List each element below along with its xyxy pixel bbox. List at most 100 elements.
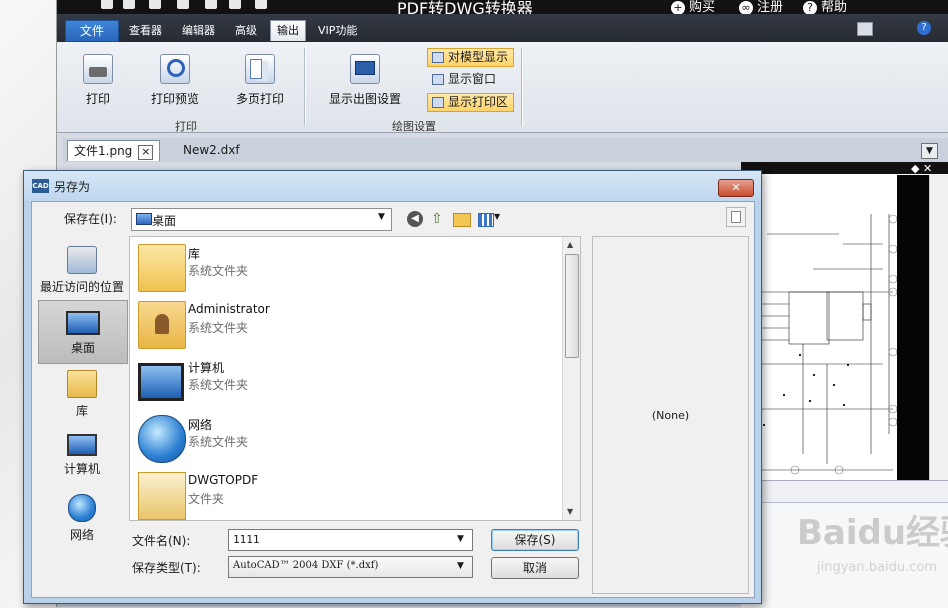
dialog-titlebar[interactable]: CAD 另存为 ✕	[24, 171, 761, 201]
chevron-down-icon: ▼	[378, 212, 385, 222]
place-network[interactable]: 网络	[38, 486, 126, 548]
file-name: 库	[188, 247, 201, 261]
display-print-area-toggle[interactable]: 显示打印区	[427, 93, 515, 112]
register-button[interactable]: ∞ 注册	[739, 0, 783, 15]
tab-viewer[interactable]: 查看器	[123, 21, 168, 41]
tab-vip[interactable]: VIP功能	[312, 21, 363, 41]
tab-file[interactable]: 文件	[65, 20, 119, 42]
watermark-logo: Baidu经验	[797, 513, 948, 553]
preview-toggle-icon[interactable]	[726, 207, 746, 227]
display-for-model-toggle[interactable]: 对模型显示	[427, 48, 515, 67]
filename-input[interactable]: 1111 ▼	[228, 529, 473, 551]
list-item[interactable]: 计算机 系统文件夹	[134, 355, 554, 412]
print-preview-label: 打印预览	[150, 92, 199, 106]
save-as-dialog: CAD 另存为 ✕ 保存在(I): 桌面 ▼ ◀ ⇧ ▼ 最近访问的位置 桌面	[23, 170, 762, 604]
list-item[interactable]: DWGTOPDF 文件夹	[134, 469, 554, 526]
cancel-button[interactable]: 取消	[491, 557, 579, 579]
recent-places-icon	[67, 246, 97, 274]
display-plot-settings-button[interactable]: 显示出图设置	[323, 54, 407, 107]
user-folder-icon	[138, 301, 186, 349]
print-button-label: 打印	[85, 92, 110, 106]
scrollbar-thumb[interactable]	[565, 254, 579, 358]
print-icon[interactable]	[205, 0, 217, 9]
app-logo-icon	[101, 0, 113, 9]
window-icon	[432, 74, 444, 85]
list-item[interactable]: Administrator 系统文件夹	[134, 298, 554, 355]
dialog-close-button[interactable]: ✕	[718, 179, 754, 197]
close-drawing-icon[interactable]: ◆ ✕	[911, 162, 932, 175]
save-icon[interactable]	[177, 0, 189, 9]
folder-icon	[138, 472, 186, 520]
multipage-print-label: 多页打印	[235, 92, 284, 106]
back-icon[interactable]: ◀	[407, 211, 423, 227]
file-name: 计算机	[188, 361, 225, 375]
file-list[interactable]: 库 系统文件夹 Administrator 系统文件夹 计算机 系统文件夹 网络…	[129, 236, 581, 521]
chevron-down-icon: ▼	[457, 561, 464, 571]
open-file-icon[interactable]	[149, 0, 161, 9]
tab-output[interactable]: 输出	[270, 20, 306, 41]
scroll-down-icon[interactable]: ▼	[567, 507, 573, 516]
file-type: 系统文件夹	[188, 321, 249, 335]
place-recent[interactable]: 最近访问的位置	[38, 238, 126, 300]
buy-button[interactable]: + 购买	[671, 0, 715, 15]
place-desktop[interactable]: 桌面	[38, 300, 128, 364]
filetype-label: 保存类型(T):	[132, 561, 201, 575]
list-item[interactable]: 网络 系统文件夹	[134, 412, 554, 469]
key-icon: ∞	[739, 0, 753, 15]
tab-advanced[interactable]: 高级	[229, 21, 263, 41]
desktop-icon	[136, 213, 152, 225]
display-plot-settings-label: 显示出图设置	[328, 92, 401, 106]
place-computer[interactable]: 计算机	[38, 424, 126, 486]
watermark-url: jingyan.baidu.com	[817, 560, 937, 575]
help-icon: ?	[803, 0, 817, 15]
place-libraries[interactable]: 库	[38, 362, 126, 424]
save-button[interactable]: 保存(S)	[491, 529, 579, 551]
ribbon-panel: 打印 打印预览 多页打印 打印 显示出图设置 对模型显示 显示窗口 显示打印区 …	[57, 42, 948, 133]
close-icon[interactable]: ×	[138, 145, 154, 160]
chevron-down-icon[interactable]: ▼	[457, 534, 464, 544]
filetype-dropdown[interactable]: AutoCAD™ 2004 DXF (*.dxf) ▼	[228, 556, 473, 578]
scroll-up-icon[interactable]: ▲	[567, 240, 573, 249]
place-label: 网络	[69, 528, 94, 542]
chevron-down-icon[interactable]: ▼	[494, 212, 500, 221]
filename-label: 文件名(N):	[132, 534, 191, 548]
save-in-dropdown[interactable]: 桌面 ▼	[131, 208, 392, 231]
desktop-icon	[66, 311, 100, 335]
help-button[interactable]: ? 帮助	[803, 0, 847, 15]
multipage-icon	[245, 54, 275, 84]
plot-settings-group-label: 绘图设置	[392, 120, 436, 133]
document-tab-bar: 文件1.png × New2.dxf	[63, 138, 948, 162]
file-type: 文件夹	[188, 492, 225, 506]
new-folder-icon[interactable]	[453, 213, 471, 227]
display-window-toggle[interactable]: 显示窗口	[427, 70, 502, 89]
dialog-title: 另存为	[54, 180, 91, 194]
ribbon-tab-bar: 文件 查看器 编辑器 高级 输出 VIP功能 ?	[57, 14, 948, 42]
file-list-scrollbar[interactable]: ▲ ▼	[562, 237, 580, 520]
list-item[interactable]: 库 系统文件夹	[134, 241, 554, 298]
doc-tab-dxf[interactable]: New2.dxf	[177, 140, 246, 160]
print-area-icon	[432, 97, 444, 108]
display-settings-icon	[350, 54, 380, 84]
magnifier-icon	[160, 54, 190, 84]
cad-app-icon: CAD	[32, 179, 49, 193]
print-preview-button[interactable]: 打印预览	[145, 54, 205, 107]
tab-list-dropdown[interactable]: ▼	[921, 143, 938, 159]
doc-tab-png[interactable]: 文件1.png ×	[67, 140, 161, 161]
print-button[interactable]: 打印	[73, 54, 123, 107]
ribbon-separator	[304, 48, 305, 126]
print-group-label: 打印	[175, 120, 197, 133]
ribbon-help-icon[interactable]: ?	[917, 21, 931, 35]
up-folder-icon[interactable]: ⇧	[431, 211, 447, 227]
redo-icon[interactable]	[255, 0, 267, 9]
multipage-print-button[interactable]: 多页打印	[230, 54, 290, 107]
ribbon-separator	[521, 48, 522, 126]
save-in-value: 桌面	[152, 214, 177, 228]
canvas-scrollbar[interactable]	[929, 175, 948, 480]
view-menu-icon[interactable]	[478, 213, 494, 227]
undo-icon[interactable]	[229, 0, 241, 9]
tab-editor[interactable]: 编辑器	[176, 21, 221, 41]
new-file-icon[interactable]	[123, 0, 135, 9]
style-icon[interactable]	[857, 22, 873, 36]
libraries-icon	[67, 370, 97, 398]
canvas-bottom-bar	[741, 480, 948, 503]
